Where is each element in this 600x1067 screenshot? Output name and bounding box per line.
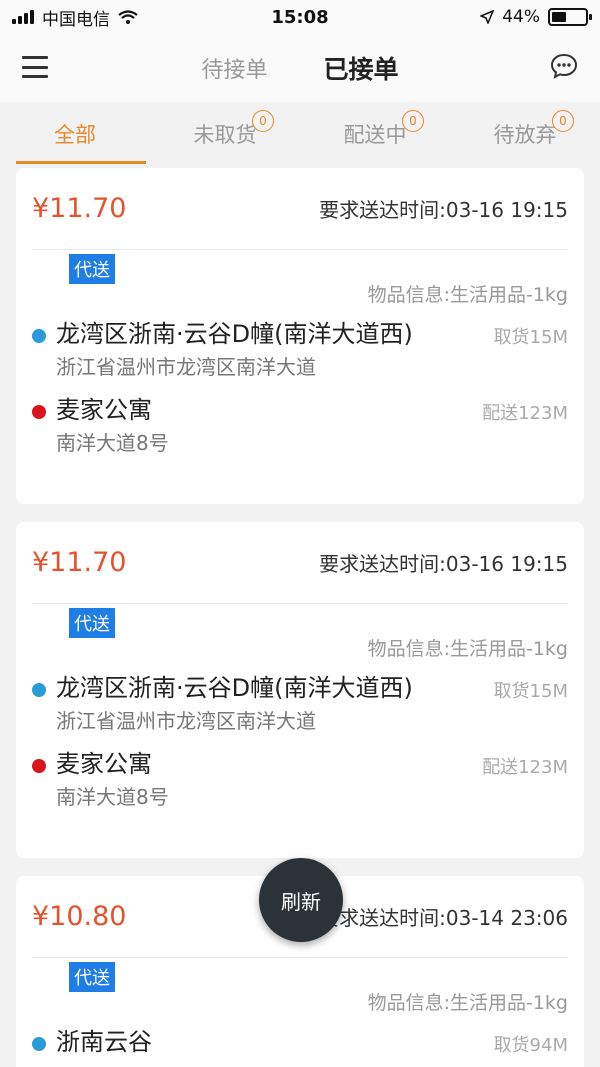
wifi-icon xyxy=(118,10,138,24)
count-badge: 0 xyxy=(552,110,574,132)
top-nav: 待接单 已接单 xyxy=(0,34,600,102)
delivery-deadline: 要求送达时间:03-16 19:15 xyxy=(319,198,568,222)
pickup-address: 浙江省温州市龙湾区南洋大道 xyxy=(56,355,316,379)
dropoff-distance: 配送123M xyxy=(482,757,568,778)
filter-tab-label: 配送中 xyxy=(343,123,407,147)
filter-tab-pending-abandon[interactable]: 待放弃 0 xyxy=(450,102,600,166)
signal-icon xyxy=(12,10,34,24)
pickup-location: 浙南云谷 取货94M xyxy=(32,1025,568,1059)
order-card[interactable]: ¥11.70 要求送达时间:03-16 19:15 代送 物品信息:生活用品-1… xyxy=(16,168,584,504)
pickup-name: 龙湾区浙南·云谷D幢(南洋大道西) xyxy=(56,320,413,348)
location-arrow-icon xyxy=(480,10,495,24)
dropoff-address: 南洋大道8号 xyxy=(56,785,169,809)
message-icon[interactable] xyxy=(550,52,578,80)
pickup-name: 浙南云谷 xyxy=(56,1028,152,1056)
pickup-dot-icon xyxy=(32,329,46,343)
filter-tab-not-picked-up[interactable]: 未取货 0 xyxy=(150,102,300,166)
pickup-distance: 取货15M xyxy=(493,327,568,348)
goods-info: 物品信息:生活用品-1kg xyxy=(367,284,568,306)
dropoff-distance: 配送123M xyxy=(482,403,568,424)
dropoff-dot-icon xyxy=(32,759,46,773)
service-tag: 代送 xyxy=(69,962,115,992)
goods-info: 物品信息:生活用品-1kg xyxy=(367,638,568,660)
filter-tab-label: 未取货 xyxy=(193,123,257,147)
tab-pending-orders[interactable]: 待接单 xyxy=(201,52,267,84)
count-badge: 0 xyxy=(252,110,274,132)
count-badge: 0 xyxy=(402,110,424,132)
pickup-address: 浙江省温州市龙湾区南洋大道 xyxy=(56,709,316,733)
filter-tab-label: 全部 xyxy=(54,123,96,147)
battery-icon xyxy=(548,8,592,26)
pickup-distance: 取货94M xyxy=(493,1035,568,1056)
dropoff-location: 麦家公寓 配送123M 南洋大道8号 xyxy=(32,747,568,813)
pickup-location: 龙湾区浙南·云谷D幢(南洋大道西) 取货15M 浙江省温州市龙湾区南洋大道 xyxy=(32,671,568,737)
pickup-distance: 取货15M xyxy=(493,681,568,702)
tab-accepted-orders[interactable]: 已接单 xyxy=(324,50,399,86)
filter-tab-all[interactable]: 全部 xyxy=(0,102,150,166)
carrier-label: 中国电信 xyxy=(42,9,110,30)
filter-tab-delivering[interactable]: 配送中 0 xyxy=(300,102,450,166)
status-bar: 中国电信 15:08 44% xyxy=(0,0,600,34)
dropoff-dot-icon xyxy=(32,405,46,419)
pickup-name: 龙湾区浙南·云谷D幢(南洋大道西) xyxy=(56,674,413,702)
battery-percent: 44% xyxy=(502,7,540,27)
delivery-deadline: 要求送达时间:03-14 23:06 xyxy=(319,906,568,930)
refresh-button[interactable]: 刷新 xyxy=(259,858,343,942)
menu-icon[interactable] xyxy=(22,56,48,78)
goods-info: 物品信息:生活用品-1kg xyxy=(367,992,568,1014)
pickup-dot-icon xyxy=(32,683,46,697)
pickup-location: 龙湾区浙南·云谷D幢(南洋大道西) 取货15M 浙江省温州市龙湾区南洋大道 xyxy=(32,317,568,383)
dropoff-location: 麦家公寓 配送123M 南洋大道8号 xyxy=(32,393,568,459)
dropoff-address: 南洋大道8号 xyxy=(56,431,169,455)
order-price: ¥10.80 xyxy=(32,901,127,932)
pickup-dot-icon xyxy=(32,1037,46,1051)
order-price: ¥11.70 xyxy=(32,193,127,224)
filter-tabs: 全部 未取货 0 配送中 0 待放弃 0 xyxy=(0,102,600,166)
delivery-deadline: 要求送达时间:03-16 19:15 xyxy=(319,552,568,576)
service-tag: 代送 xyxy=(69,254,115,284)
order-card[interactable]: ¥11.70 要求送达时间:03-16 19:15 代送 物品信息:生活用品-1… xyxy=(16,522,584,858)
filter-tab-label: 待放弃 xyxy=(493,123,557,147)
service-tag: 代送 xyxy=(69,608,115,638)
order-price: ¥11.70 xyxy=(32,547,127,578)
